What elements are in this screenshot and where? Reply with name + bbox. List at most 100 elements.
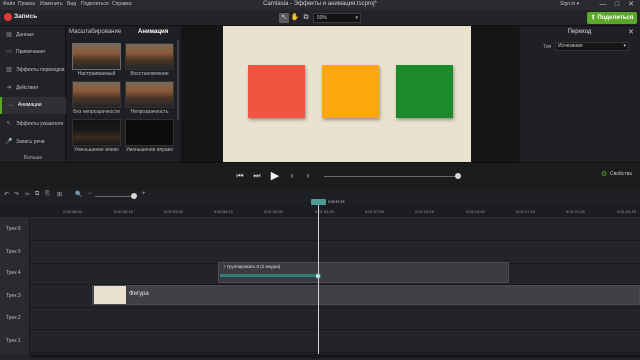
thumb-caption: Непрозрачность (130, 109, 169, 115)
track-label: Трек 2 (6, 315, 21, 321)
copy-icon[interactable]: ⧉ (35, 191, 39, 198)
player-bar (0, 162, 640, 190)
thumb-opacity-off[interactable] (72, 81, 121, 108)
scrubber-handle[interactable] (455, 173, 461, 179)
type-select[interactable]: Исчезание ▾ (555, 42, 629, 51)
playhead-line[interactable] (318, 205, 319, 355)
ruler-tick: 0:00:56;15 (214, 209, 233, 214)
thumb-caption: Уменьшение вправо (125, 147, 174, 153)
sign-in-link[interactable]: Sign in ▾ (560, 1, 579, 7)
pointer-tool-icon[interactable]: ↖ (279, 13, 289, 23)
playhead-time: 0:00:57;15 (328, 200, 345, 204)
properties-button[interactable]: Свойства (610, 171, 632, 177)
record-button[interactable]: Запись (14, 13, 37, 20)
track-header[interactable]: Трек 2 (0, 307, 30, 330)
red-square[interactable] (248, 65, 305, 118)
track-row[interactable]: Трек 6 (0, 218, 640, 241)
sidebar-item-transitions[interactable]: ▥ Эффекты переходов (0, 62, 66, 79)
step-back-icon[interactable]: ⏮ (234, 170, 246, 182)
track-label: Трек 1 (6, 338, 21, 344)
record-icon[interactable] (4, 13, 12, 21)
sidebar-item-voice-narration[interactable]: 🎤 Запись речи (0, 134, 66, 151)
thumb-shrink-right[interactable] (125, 119, 174, 146)
group-clip-label: + Группировать 8 (2 медиа) (223, 264, 281, 269)
cursor-icon: ↖ (6, 121, 12, 127)
pan-tool-icon[interactable]: ✋ (290, 13, 300, 23)
timeline-scrollbar[interactable] (30, 354, 640, 358)
window-title: Camtasia - Эффекты и анимация.tscproj* (263, 1, 377, 7)
type-value: Исчезание (558, 43, 583, 49)
sidebar-item-label: Запись речи (16, 139, 45, 145)
transition-icon: ▥ (6, 67, 12, 73)
figure-clip[interactable] (92, 285, 640, 305)
ruler-tick: 0:01:24;15 (617, 209, 636, 214)
track-label: Трек 5 (6, 249, 21, 255)
redo-icon[interactable]: ↷ (14, 191, 19, 198)
ruler-tick: 0:01:00;00 (264, 209, 283, 214)
minimize-icon[interactable]: — (596, 0, 610, 10)
ruler-tick: 0:01:10;15 (415, 209, 434, 214)
sidebar-item-annotations[interactable]: ▭ Примечания (0, 44, 66, 61)
animation-bar[interactable] (220, 274, 318, 277)
microphone-icon: 🎤 (5, 139, 13, 145)
zoom-value: 50% (317, 15, 328, 21)
sidebar-item-label: Действия (16, 85, 38, 91)
close-window-icon[interactable]: ✕ (624, 0, 638, 10)
split-icon[interactable]: ⊞ (57, 191, 62, 198)
close-icon[interactable]: ✕ (628, 28, 634, 36)
prev-frame-icon[interactable]: ‹ (286, 170, 298, 182)
thumb-shrink-left[interactable] (72, 119, 121, 146)
properties-title: Переход (567, 29, 592, 35)
preview-image (73, 120, 120, 145)
zoom-in-icon[interactable]: + (142, 191, 146, 197)
step-forward-icon[interactable]: ⏭ (251, 170, 263, 182)
maximize-icon[interactable]: □ (610, 0, 624, 10)
ruler-tick: 0:01:07;00 (365, 209, 384, 214)
track-header[interactable]: Трек 1 (0, 330, 30, 353)
track-header[interactable]: Трек 3 (0, 285, 30, 308)
orange-square[interactable] (322, 65, 379, 118)
ruler-tick: 0:00:46;00 (63, 209, 82, 214)
figure-clip-label: Фигура (129, 291, 149, 297)
share-label: Поделиться (597, 15, 634, 21)
timeline-zoom-slider[interactable] (95, 195, 135, 197)
sidebar-more-button[interactable]: Больше (0, 155, 66, 161)
thumb-caption: Настраиваемый (77, 71, 116, 77)
thumb-custom[interactable] (72, 43, 121, 70)
ruler-tick: 0:01:17;15 (516, 209, 535, 214)
thumb-opacity[interactable] (125, 81, 174, 108)
green-square[interactable] (396, 65, 453, 118)
sidebar-item-media[interactable]: ▤ Данные (0, 27, 66, 44)
sidebar-item-cursor-effects[interactable]: ↖ Эффекты указателя (0, 116, 66, 133)
thumb-caption: Уменьшение влево (74, 147, 119, 153)
scrubber-track[interactable] (324, 175, 459, 177)
crop-tool-icon[interactable]: ⧉ (301, 13, 311, 23)
timeline-zoom-handle[interactable] (131, 192, 137, 199)
tab-zoom[interactable]: Масштабирование (69, 29, 121, 35)
zoom-out-icon[interactable]: − (88, 191, 92, 197)
ruler-tick: 0:01:21;00 (566, 209, 585, 214)
playhead-handle[interactable] (311, 199, 326, 205)
track-header[interactable]: Трек 4 (0, 262, 30, 285)
play-button[interactable]: ▶ (269, 170, 281, 182)
cut-icon[interactable]: ✂ (25, 191, 30, 198)
zoom-select[interactable]: 50% ▾ (313, 13, 361, 23)
gear-icon: ⚙ (601, 171, 608, 178)
paste-icon[interactable]: ⎘ (45, 191, 50, 198)
panel-scrollbar[interactable] (177, 40, 179, 120)
track-header[interactable]: Трек 5 (0, 241, 30, 264)
next-frame-icon[interactable]: › (302, 170, 314, 182)
sidebar-item-animations[interactable]: ↔ Анимации (0, 97, 66, 114)
thumb-caption: Без непрозрачности (73, 109, 120, 115)
sidebar-item-behaviors[interactable]: ➜ Действия (0, 80, 66, 97)
track-header[interactable]: Трек 6 (0, 218, 30, 241)
tab-animation[interactable]: Анимация (138, 29, 168, 35)
zoom-icon[interactable]: 🔍 (75, 191, 82, 198)
track-row[interactable]: Трек 1 (0, 330, 640, 353)
share-button[interactable]: ⇪ Поделиться (587, 12, 637, 24)
share-icon: ⇪ (590, 15, 596, 21)
undo-icon[interactable]: ↶ (4, 191, 9, 198)
track-row[interactable]: Трек 5 (0, 241, 640, 264)
thumb-restore[interactable] (125, 43, 174, 70)
track-row[interactable]: Трек 2 (0, 307, 640, 330)
